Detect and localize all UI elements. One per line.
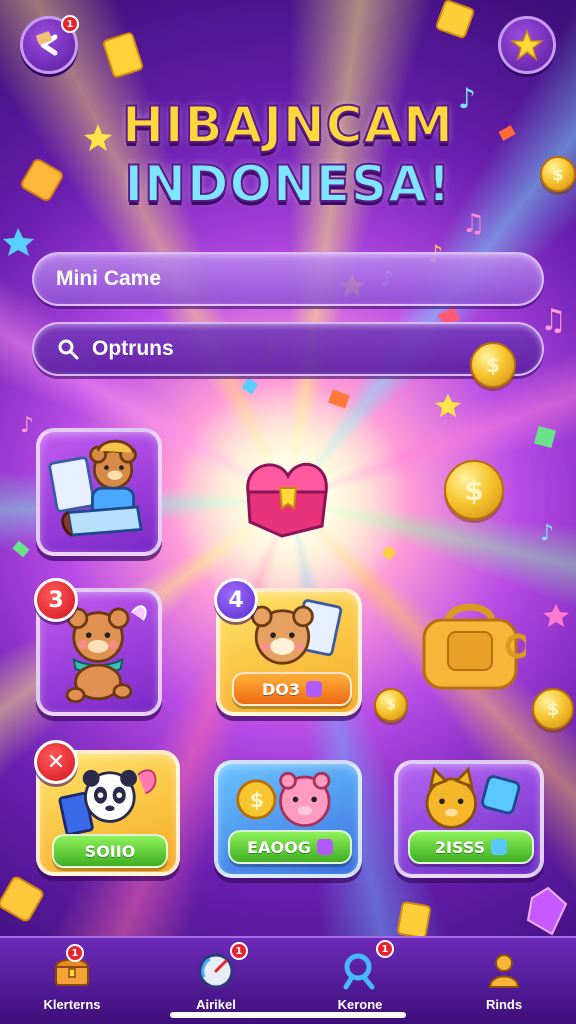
gauge-icon — [198, 953, 234, 988]
nav-label: Klerterns — [43, 996, 101, 1012]
gem-icon — [306, 681, 322, 697]
magnifier-icon — [343, 953, 375, 989]
game-tile[interactable]: $ EAOOG — [214, 760, 362, 878]
nav-label: Airikel — [196, 996, 236, 1012]
svg-text:♫: ♫ — [462, 209, 485, 239]
magnifier-icon — [58, 339, 79, 360]
nav-notification-badge: 1 — [376, 940, 394, 958]
svg-text:♪: ♪ — [540, 521, 554, 546]
tile-number-badge: 3 — [34, 578, 78, 622]
star-icon — [511, 29, 543, 61]
options-label: Optruns — [92, 337, 174, 360]
price-tag[interactable]: 2ISSS — [408, 830, 534, 864]
game-title-line-1: HIBAJNCAM — [121, 95, 454, 155]
back-arrow-icon — [36, 31, 58, 56]
person-icon — [488, 953, 520, 988]
game-tile[interactable] — [36, 428, 162, 556]
gold-coin-icon: $ — [470, 342, 516, 388]
options-button[interactable]: Optruns — [32, 322, 544, 376]
bear-reading-icon — [48, 439, 143, 537]
gold-coin-icon: $ — [540, 156, 576, 192]
tile-number-badge: 4 — [214, 578, 258, 622]
price-tag[interactable]: EAOOG — [228, 830, 352, 864]
svg-text:$: $ — [250, 788, 264, 812]
gold-coin-icon: $ — [374, 688, 408, 722]
price-tag[interactable]: DO3 — [232, 672, 352, 706]
favorites-button[interactable] — [498, 16, 556, 74]
svg-text:♫: ♫ — [540, 303, 567, 338]
game-tile[interactable]: ✕ SOIIO — [34, 740, 180, 876]
heart-chest-icon — [246, 462, 328, 538]
gold-coin-icon: $ — [532, 688, 574, 730]
price-value: EAOOG — [247, 837, 311, 857]
nav-item-klerterns[interactable]: 1 Klerterns — [0, 938, 144, 1024]
nav-label: Kerone — [337, 996, 383, 1012]
bottom-nav: 1 Klerterns 1 Airikel 1 Kerone Rinds — [0, 936, 576, 1024]
gem-icon — [491, 839, 508, 855]
center-glow — [170, 380, 410, 620]
mini-game-label: Mini Came — [56, 267, 162, 290]
remove-badge[interactable]: ✕ — [34, 740, 78, 784]
nav-label: Rinds — [485, 996, 523, 1012]
game-tile[interactable]: 2ISSS — [394, 760, 544, 878]
price-value: 2ISSS — [434, 837, 486, 857]
gold-coin-icon: $ — [444, 460, 504, 520]
price-value: SOIIO — [84, 841, 136, 861]
home-indicator[interactable] — [170, 1012, 406, 1018]
mini-game-button[interactable]: Mini Came — [32, 252, 544, 306]
back-notification-badge: 1 — [61, 15, 79, 33]
nav-notification-badge: 1 — [230, 942, 248, 960]
gem-icon — [316, 839, 333, 855]
golden-bag-icon — [422, 603, 526, 690]
price-tag[interactable]: SOIIO — [52, 834, 168, 868]
svg-text:♪: ♪ — [20, 413, 34, 438]
game-title-line-2: INDONESA! — [124, 154, 452, 214]
price-value: DO3 — [261, 679, 300, 699]
game-tile[interactable]: 3 — [34, 578, 162, 716]
nav-notification-badge: 1 — [66, 944, 84, 962]
game-tile[interactable]: 4 DO3 — [214, 578, 362, 716]
nav-item-rinds[interactable]: Rinds — [432, 938, 576, 1024]
back-button[interactable]: 1 — [20, 15, 79, 74]
